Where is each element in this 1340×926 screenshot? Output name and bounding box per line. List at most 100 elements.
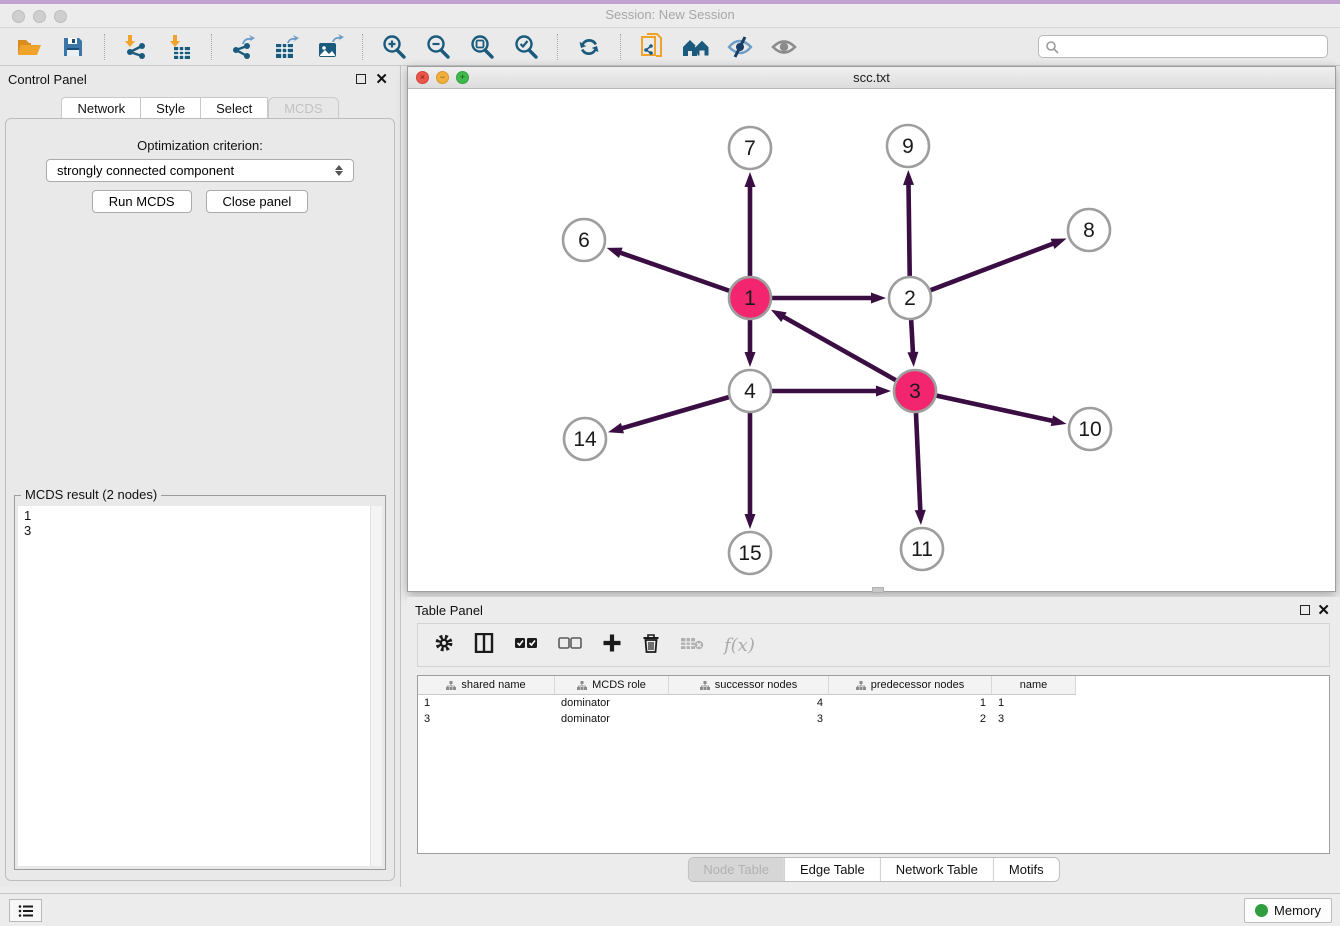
- table-panel-title: Table Panel: [415, 603, 483, 618]
- clone-network-icon[interactable]: [635, 32, 669, 62]
- control-tab-select[interactable]: Select: [201, 97, 268, 120]
- graph-node-label: 9: [902, 135, 914, 158]
- status-bar: Memory: [0, 893, 1340, 926]
- mcds-result-text[interactable]: 1 3: [18, 506, 382, 866]
- table-cell[interactable]: 3: [992, 713, 1076, 725]
- import-table-icon[interactable]: [163, 32, 197, 62]
- table-cell[interactable]: dominator: [555, 697, 669, 709]
- graph-node-label: 10: [1078, 418, 1101, 441]
- graph-edge-2-9[interactable]: [908, 183, 909, 276]
- control-tab-mcds[interactable]: MCDS: [268, 97, 338, 120]
- table-tab-network-table[interactable]: Network Table: [880, 858, 993, 881]
- zoom-fit-icon[interactable]: [465, 32, 499, 62]
- network-window-titlebar[interactable]: × − + scc.txt: [408, 67, 1335, 89]
- table-cell[interactable]: 2: [829, 713, 992, 725]
- mcds-panel: Optimization criterion: strongly connect…: [5, 118, 395, 881]
- toolbar-separator: [104, 34, 105, 60]
- criterion-value: strongly connected component: [57, 163, 234, 178]
- table-cell[interactable]: 1: [418, 697, 555, 709]
- control-tab-style[interactable]: Style: [141, 97, 201, 120]
- select-all-icon[interactable]: [514, 636, 538, 655]
- deselect-all-icon[interactable]: [558, 636, 582, 655]
- app-titlebar: Session: New Session: [0, 0, 1340, 28]
- close-panel-button[interactable]: Close panel: [206, 190, 309, 213]
- toolbar-separator: [620, 34, 621, 60]
- memory-status-dot: [1255, 904, 1268, 917]
- network-resize-handle[interactable]: [872, 587, 884, 593]
- table-cell[interactable]: 3: [418, 713, 555, 725]
- open-session-icon[interactable]: [12, 32, 46, 62]
- memory-button[interactable]: Memory: [1244, 898, 1332, 923]
- gear-icon[interactable]: [434, 633, 454, 658]
- graph-edge-arrowhead: [607, 248, 623, 258]
- import-network-icon[interactable]: [119, 32, 153, 62]
- graph-edge-3-10[interactable]: [936, 396, 1053, 421]
- close-panel-icon[interactable]: ✕: [375, 70, 388, 88]
- export-image-icon[interactable]: [314, 32, 348, 62]
- column-header-successor-nodes[interactable]: successor nodes: [669, 676, 829, 695]
- table-cell[interactable]: 1: [992, 697, 1076, 709]
- network-canvas[interactable]: 7968124314101511: [408, 89, 1335, 591]
- export-network-icon[interactable]: [226, 32, 260, 62]
- table-tab-edge-table[interactable]: Edge Table: [784, 858, 880, 881]
- table-cell[interactable]: 3: [669, 713, 829, 725]
- criterion-dropdown[interactable]: strongly connected component: [46, 159, 354, 182]
- graph-edge-arrowhead: [1051, 239, 1067, 249]
- graph-edge-4-14[interactable]: [621, 397, 729, 429]
- column-header-name[interactable]: name: [992, 676, 1076, 695]
- network-overview-icon[interactable]: [679, 32, 713, 62]
- column-header-shared-name[interactable]: shared name: [418, 676, 555, 695]
- trash-icon[interactable]: [642, 633, 660, 658]
- graph-edge-arrowhead: [771, 310, 787, 322]
- search-box: [1038, 35, 1328, 58]
- delete-table-icon: [680, 635, 704, 656]
- export-table-icon[interactable]: [270, 32, 304, 62]
- column-header-predecessor-nodes[interactable]: predecessor nodes: [829, 676, 992, 695]
- optimization-criterion-label: Optimization criterion:: [6, 138, 394, 153]
- result-scrollbar[interactable]: [370, 506, 382, 866]
- zoom-in-icon[interactable]: [377, 32, 411, 62]
- graph-edge-arrowhead: [903, 170, 914, 185]
- function-builder-icon: f(x): [724, 635, 755, 656]
- table-cell[interactable]: 4: [669, 697, 829, 709]
- search-input[interactable]: [1059, 40, 1321, 54]
- zoom-selected-icon[interactable]: [509, 32, 543, 62]
- graph-edge-1-6[interactable]: [619, 252, 729, 291]
- hide-eye-slash-icon[interactable]: [723, 32, 757, 62]
- float-panel-icon[interactable]: [356, 74, 366, 84]
- columns-icon[interactable]: [474, 633, 494, 658]
- memory-label: Memory: [1274, 903, 1321, 918]
- graph-edge-arrowhead: [745, 352, 756, 367]
- graph-edge-2-8[interactable]: [931, 243, 1055, 290]
- graph-node-label: 1: [744, 287, 756, 310]
- graph-edge-2-3[interactable]: [911, 320, 913, 354]
- add-icon[interactable]: [602, 633, 622, 658]
- table-toolbar: f(x): [417, 623, 1330, 667]
- table-cell[interactable]: dominator: [555, 713, 669, 725]
- run-mcds-button[interactable]: Run MCDS: [92, 190, 192, 213]
- toolbar-separator: [362, 34, 363, 60]
- graph-edge-3-1[interactable]: [782, 316, 896, 380]
- table-cell[interactable]: 1: [829, 697, 992, 709]
- control-tab-network[interactable]: Network: [61, 97, 141, 120]
- graph-edge-arrowhead: [608, 423, 624, 434]
- graph-node-label: 7: [744, 137, 756, 160]
- table-row[interactable]: 3dominator323: [418, 711, 1329, 727]
- graph-edge-3-11[interactable]: [916, 413, 920, 512]
- task-history-button[interactable]: [9, 899, 42, 922]
- refresh-layout-icon[interactable]: [572, 32, 606, 62]
- network-view-window: × − + scc.txt 7968124314101511: [407, 66, 1336, 592]
- toolbar-separator: [211, 34, 212, 60]
- graph-edge-arrowhead: [1051, 415, 1067, 426]
- table-tab-node-table[interactable]: Node Table: [688, 858, 784, 881]
- show-eye-icon[interactable]: [767, 32, 801, 62]
- control-panel-tabs: NetworkStyleSelectMCDS: [0, 97, 400, 120]
- graph-node-label: 4: [744, 380, 756, 403]
- table-tab-motifs[interactable]: Motifs: [993, 858, 1059, 881]
- zoom-out-icon[interactable]: [421, 32, 455, 62]
- save-session-icon[interactable]: [56, 32, 90, 62]
- column-header-MCDS-role[interactable]: MCDS role: [555, 676, 669, 695]
- float-table-panel-icon[interactable]: [1300, 605, 1310, 615]
- table-row[interactable]: 1dominator411: [418, 695, 1329, 711]
- close-table-panel-icon[interactable]: ✕: [1317, 601, 1330, 619]
